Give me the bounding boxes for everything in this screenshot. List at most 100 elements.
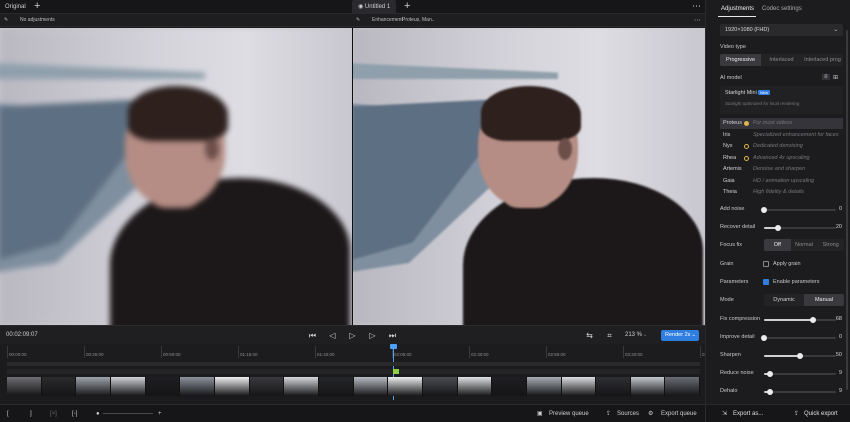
filmstrip-frame xyxy=(526,377,562,396)
zoom-slider-track[interactable] xyxy=(103,413,153,414)
go-to-end-icon[interactable]: ⏭ xyxy=(387,330,398,341)
apply-grain-label: Apply grain xyxy=(773,261,801,267)
resolution-select[interactable]: 1920×1080 (FHD) ⌄ xyxy=(720,24,843,36)
quick-export-icon: ⇪ xyxy=(794,411,800,417)
focus-fix-toggle[interactable]: Off Normal Strong xyxy=(764,239,844,251)
export-queue-button[interactable]: Export queue xyxy=(661,405,697,422)
model-option[interactable]: Theia High fidelity & details xyxy=(720,187,843,198)
add-tab-icon[interactable]: + xyxy=(34,0,40,13)
add-comparison-icon[interactable]: + xyxy=(404,0,410,13)
sharpen-slider[interactable] xyxy=(764,353,836,359)
tab-project[interactable]: ◉ Untitled 1 xyxy=(352,0,397,14)
enable-parameters-checkbox[interactable] xyxy=(763,279,769,285)
preview-queue-icon: ▣ xyxy=(537,411,543,417)
view-grid-icon[interactable]: ⊞ xyxy=(833,74,838,81)
zoom-slider-knob[interactable]: ● xyxy=(96,405,100,422)
video-type-interlaced-prog[interactable]: Interlaced prog xyxy=(802,54,843,66)
go-to-start-icon[interactable]: ⏮ xyxy=(307,330,318,341)
add-noise-slider[interactable] xyxy=(761,207,836,213)
zoom-in-icon[interactable]: + xyxy=(158,405,162,422)
apply-grain-checkbox[interactable] xyxy=(763,261,769,267)
step-forward-icon[interactable]: ▷ xyxy=(367,330,378,341)
mode-dynamic[interactable]: Dynamic xyxy=(764,294,804,306)
starlight-card[interactable]: Starlight Mini New Starlight optimized f… xyxy=(720,86,843,114)
quick-export-button[interactable]: Quick export xyxy=(804,405,838,422)
tab-original[interactable]: Original xyxy=(5,0,26,14)
mark-in-icon[interactable]: [ xyxy=(7,405,9,422)
tab-codec-settings[interactable]: Codec settings xyxy=(762,0,802,18)
export-bar: ⇲ Export as... ⇪ Quick export xyxy=(706,404,850,422)
range-icon[interactable]: [◦] xyxy=(72,405,77,422)
model-option[interactable]: Proteus For most videos xyxy=(720,118,843,129)
range-track[interactable] xyxy=(7,362,700,366)
model-indicator-icon xyxy=(744,155,749,161)
export-as-button[interactable]: Export as... xyxy=(733,405,763,422)
more-icon-status[interactable]: ⋯ xyxy=(694,14,701,27)
mark-out-icon[interactable]: ] xyxy=(30,405,32,422)
model-name: Iris xyxy=(723,131,731,138)
zoom-level[interactable]: 213 % xyxy=(625,326,642,345)
model-option[interactable]: Rhea Advanced 4x upscaling xyxy=(720,153,843,164)
crop-icon[interactable]: ⌗ xyxy=(604,330,615,341)
video-type-progressive[interactable]: Progressive xyxy=(720,54,761,66)
add-noise-value[interactable]: 0 xyxy=(839,206,842,212)
enhancement-label: Enhancement xyxy=(372,17,403,23)
enhanced-preview[interactable] xyxy=(353,28,705,325)
export-icon: ⇲ xyxy=(722,411,728,417)
filmstrip[interactable] xyxy=(7,377,700,396)
focus-fix-normal[interactable]: Normal xyxy=(791,239,818,251)
focus-fix-strong[interactable]: Strong xyxy=(817,239,844,251)
video-type-toggle[interactable]: Progressive Interlaced Interlaced prog xyxy=(720,54,843,66)
reduce-noise-slider[interactable] xyxy=(764,371,836,377)
timeline-ruler[interactable]: 00:00:00 00:25:00 00:50:00 01:15:00 01:40:00… xyxy=(0,344,720,360)
dehalo-value[interactable]: 9 xyxy=(839,388,842,394)
playhead-handle[interactable] xyxy=(390,344,397,349)
filmstrip-frame xyxy=(388,377,423,396)
fix-compression-slider[interactable] xyxy=(764,317,836,323)
recover-detail-slider[interactable] xyxy=(764,225,836,231)
render-button[interactable]: Render 2s ⌄ xyxy=(661,330,699,341)
recover-detail-value[interactable]: 20 xyxy=(836,224,842,230)
dehalo-slider[interactable] xyxy=(764,389,836,395)
step-back-icon[interactable]: ◁ xyxy=(327,330,338,341)
preview-queue-button[interactable]: Preview queue xyxy=(549,405,589,422)
reduce-noise-value[interactable]: 9 xyxy=(839,370,842,376)
model-description: Dedicated denoising xyxy=(753,143,803,149)
fix-compression-value[interactable]: 68 xyxy=(836,316,842,322)
compare-toggle-icon[interactable]: ⇆ xyxy=(584,330,595,341)
more-icon[interactable]: ⋯ xyxy=(692,0,701,13)
model-option[interactable]: Gaia HD / animation upscaling xyxy=(720,176,843,187)
model-description: Denoise and sharpen xyxy=(753,166,806,172)
ruler-tick-label: 02:30:00 xyxy=(471,352,489,357)
view-list-icon[interactable]: ≡ xyxy=(822,74,830,80)
model-option[interactable]: Nyx Dedicated denoising xyxy=(720,141,843,152)
ruler-tick-label: 00:50:00 xyxy=(163,352,181,357)
ruler-tick-label: 02:55:00 xyxy=(548,352,566,357)
sharpen-value[interactable]: 50 xyxy=(836,352,842,358)
improve-detail-slider[interactable] xyxy=(761,335,836,341)
filmstrip-frame xyxy=(41,377,77,396)
model-option[interactable]: Artemis Denoise and sharpen xyxy=(720,164,843,175)
filmstrip-frame xyxy=(284,377,319,396)
clear-marks-icon[interactable]: [×] xyxy=(50,405,57,422)
preview-track[interactable] xyxy=(7,369,700,374)
mode-toggle[interactable]: Dynamic Manual xyxy=(764,294,844,306)
grain-label: Grain xyxy=(720,261,734,267)
sources-icon: ⇪ xyxy=(606,411,612,417)
model-option[interactable]: Iris Specialized enhancement for faces xyxy=(720,130,843,141)
sources-button[interactable]: Sources xyxy=(617,405,639,422)
zoom-chevron-icon[interactable]: ⌄ xyxy=(643,326,647,345)
ruler-tick-label: 00:25:00 xyxy=(86,352,104,357)
video-type-interlaced[interactable]: Interlaced xyxy=(761,54,802,66)
play-icon[interactable]: ▷ xyxy=(347,330,358,341)
panel-scrollbar[interactable] xyxy=(846,30,848,390)
mode-manual[interactable]: Manual xyxy=(804,294,844,306)
original-preview[interactable] xyxy=(0,28,352,325)
focus-fix-off[interactable]: Off xyxy=(764,239,791,251)
filmstrip-frame xyxy=(457,377,493,396)
improve-detail-value[interactable]: 0 xyxy=(839,334,842,340)
filmstrip-frame xyxy=(596,377,631,396)
model-name: Gaia xyxy=(723,177,735,184)
recover-detail-label: Recover detail xyxy=(720,224,756,230)
parameters-label: Parameters xyxy=(720,279,749,285)
